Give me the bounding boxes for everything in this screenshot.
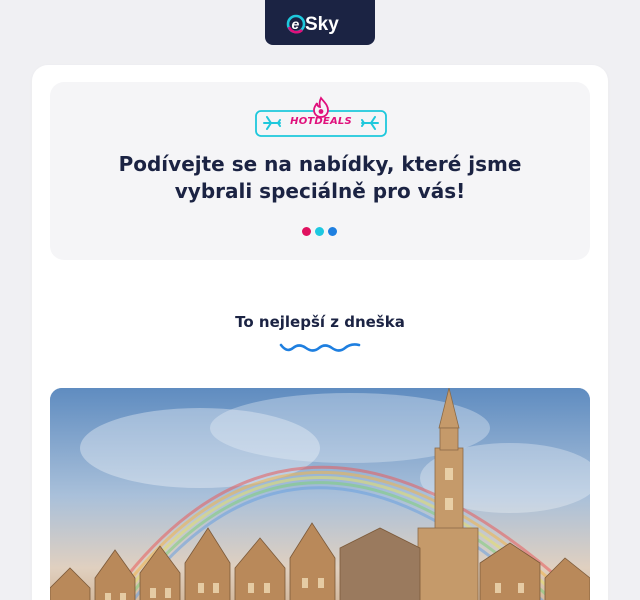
logo-wordmark: Sky — [305, 14, 339, 35]
content-card: HOTDEALS Podívejte se na nabídky, které … — [32, 65, 608, 600]
hero-banner: HOTDEALS Podívejte se na nabídky, které … — [50, 82, 590, 260]
wave-divider-icon — [279, 343, 361, 352]
svg-text:e: e — [292, 16, 300, 32]
email-page: e Sky HOTDEALS Podívejte se na nabídky, … — [0, 0, 640, 600]
dot-cyan — [315, 227, 324, 236]
flame-icon — [313, 96, 329, 118]
decorative-dots — [302, 227, 337, 236]
hotdeals-badge[interactable]: HOTDEALS — [255, 96, 387, 138]
esky-logo: e Sky — [286, 14, 339, 35]
dot-blue — [328, 227, 337, 236]
section-title: To nejlepší z dneška — [235, 313, 405, 331]
esky-logo-badge[interactable]: e Sky — [265, 0, 375, 45]
dot-pink — [302, 227, 311, 236]
offer-image-brussels[interactable] — [50, 388, 590, 600]
hero-title: Podívejte se na nabídky, které jsme vybr… — [118, 152, 522, 203]
hotdeals-label: HOTDEALS — [290, 116, 352, 127]
